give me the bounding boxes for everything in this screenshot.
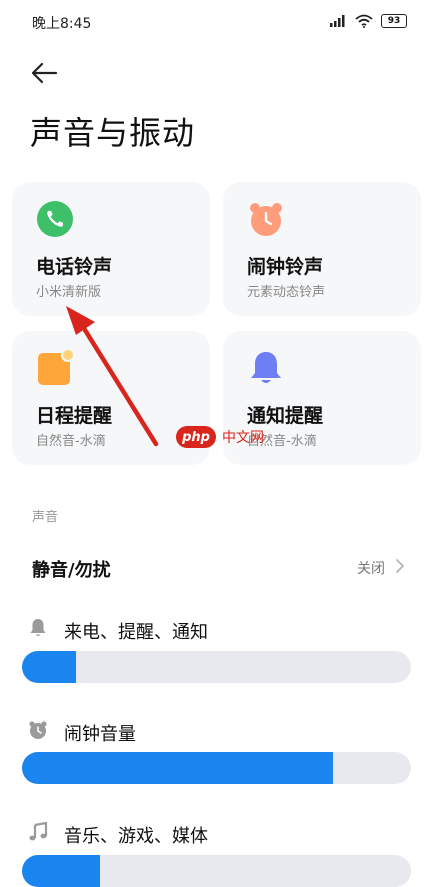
tile-title: 通知提醒 xyxy=(247,405,324,427)
ring-volume-slider[interactable] xyxy=(22,651,411,683)
section-label: 声音 xyxy=(32,510,59,525)
tile-subtitle: 自然音-水滴 xyxy=(36,434,106,449)
alarm-clock-icon xyxy=(250,203,282,236)
phone-icon xyxy=(37,201,73,237)
phone-ringtone-tile[interactable]: 电话铃声 小米清新版 xyxy=(12,182,210,316)
status-icons: 93 xyxy=(329,14,407,28)
status-time: 晚上8:45 xyxy=(32,16,92,32)
watermark: php 中文网 xyxy=(176,425,282,449)
slider-fill xyxy=(22,651,77,683)
calendar-icon xyxy=(38,349,74,385)
alarm-volume-label-row: 闹钟音量 xyxy=(0,718,433,748)
mute-dnd-label: 静音/勿扰 xyxy=(32,560,111,581)
media-volume-slider[interactable] xyxy=(22,855,411,887)
tile-subtitle: 小米清新版 xyxy=(36,285,102,300)
volume-label: 来电、提醒、通知 xyxy=(64,622,208,643)
slider-fill xyxy=(22,752,334,784)
ring-volume-label-row: 来电、提醒、通知 xyxy=(0,616,433,646)
mute-dnd-value: 关闭 xyxy=(357,561,385,577)
back-arrow-icon xyxy=(31,62,58,84)
battery-icon: 93 xyxy=(381,14,407,28)
back-button[interactable] xyxy=(30,58,64,88)
cellular-signal-icon xyxy=(330,15,345,27)
slider-fill xyxy=(22,855,100,887)
alarm-volume-slider[interactable] xyxy=(22,752,411,784)
watermark-badge: php xyxy=(176,426,216,448)
mute-dnd-row[interactable]: 静音/勿扰 关闭 xyxy=(0,548,433,588)
page-title: 声音与振动 xyxy=(30,114,196,152)
tile-title: 日程提醒 xyxy=(36,405,113,427)
alarm-clock-icon xyxy=(29,721,47,739)
volume-label: 音乐、游戏、媒体 xyxy=(64,826,208,847)
volume-label: 闹钟音量 xyxy=(64,724,136,745)
media-volume-label-row: 音乐、游戏、媒体 xyxy=(0,820,433,850)
watermark-text: 中文网 xyxy=(222,430,264,446)
bell-icon xyxy=(30,619,46,636)
chevron-right-icon xyxy=(396,559,404,573)
music-note-icon xyxy=(29,822,48,841)
alarm-ringtone-tile[interactable]: 闹钟铃声 元素动态铃声 xyxy=(223,182,421,316)
tile-subtitle: 元素动态铃声 xyxy=(247,285,326,300)
tile-title: 闹钟铃声 xyxy=(247,256,324,278)
status-bar: 晚上8:45 93 xyxy=(0,0,433,44)
tile-title: 电话铃声 xyxy=(36,256,113,278)
wifi-icon xyxy=(355,14,373,28)
bell-icon xyxy=(251,352,281,383)
